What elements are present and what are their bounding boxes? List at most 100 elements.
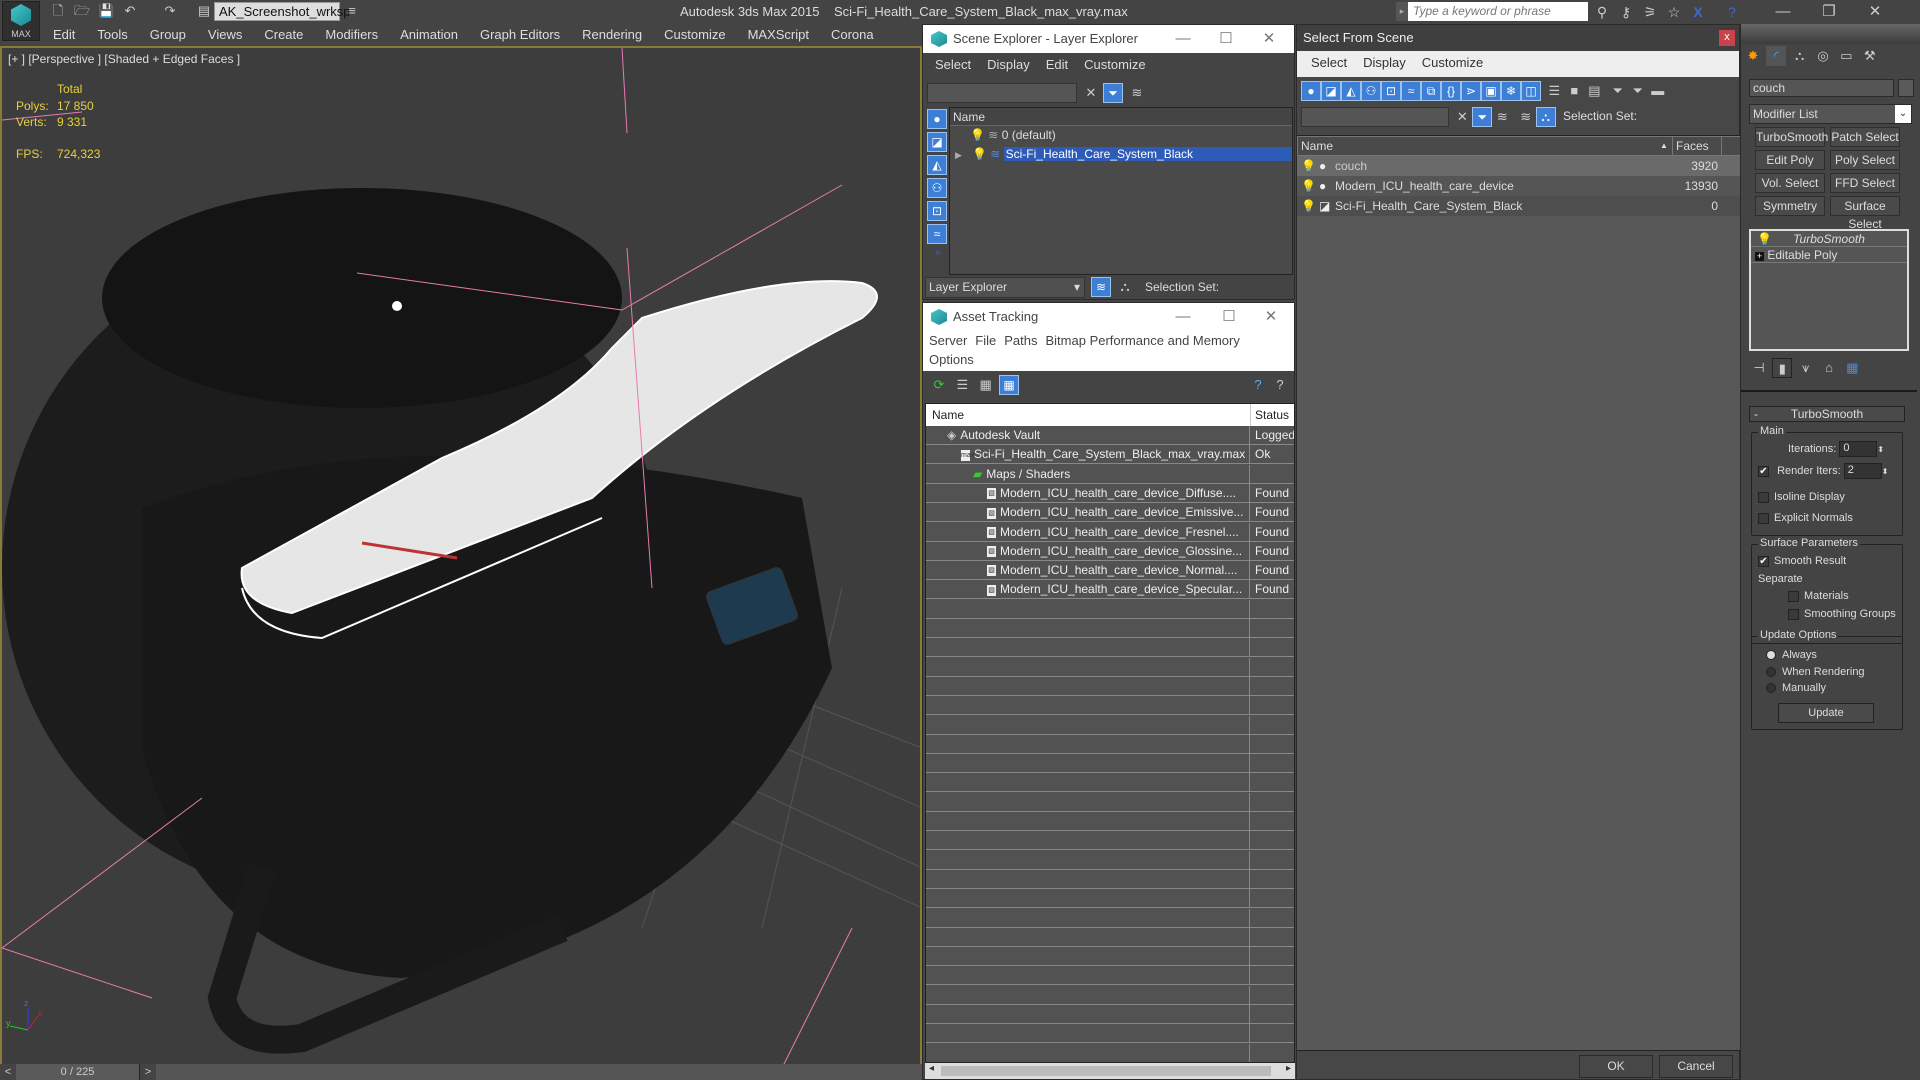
- asset-row[interactable]: ▧ Modern_ICU_health_care_device_Diffuse..…: [926, 483, 1294, 503]
- help-disabled-icon[interactable]: ?: [1270, 375, 1290, 395]
- scroll-thumb[interactable]: [941, 1066, 1271, 1076]
- new-file-icon[interactable]: 🗋: [50, 3, 66, 19]
- containers-filter-icon[interactable]: ▣: [1481, 81, 1501, 101]
- ok-button[interactable]: OK: [1579, 1055, 1653, 1078]
- object-color-swatch[interactable]: [1898, 79, 1914, 97]
- update-option-when-rendering[interactable]: When Rendering: [1766, 664, 1865, 681]
- exchange-icon[interactable]: X: [1688, 2, 1708, 22]
- geometry-filter-icon[interactable]: ●: [927, 109, 947, 129]
- undo-icon[interactable]: ↶: [122, 3, 138, 19]
- modifier-list-dropdown[interactable]: Modifier List ⌄: [1749, 104, 1912, 124]
- menu-views[interactable]: Views: [197, 24, 253, 46]
- menu-bitmap-performance[interactable]: Bitmap Performance and Memory: [1042, 331, 1244, 351]
- menu-customize[interactable]: Customize: [1414, 51, 1491, 75]
- display-invert-icon[interactable]: ▤: [1584, 81, 1604, 101]
- modifier-button-patch-select[interactable]: Patch Select: [1830, 127, 1900, 147]
- materials-checkbox[interactable]: [1788, 590, 1799, 602]
- name-search-input[interactable]: [1301, 107, 1449, 127]
- menu-tools[interactable]: Tools: [86, 24, 138, 46]
- stack-item-editable-poly[interactable]: + Editable Poly: [1751, 247, 1907, 263]
- refresh-icon[interactable]: ⟳: [929, 375, 949, 395]
- asset-row[interactable]: ▰ Maps / Shaders: [926, 464, 1294, 484]
- expand-toolbar-icon[interactable]: »: [927, 247, 949, 258]
- menu-select[interactable]: Select: [927, 53, 979, 77]
- menu-display[interactable]: Display: [1355, 51, 1414, 75]
- geometry-filter-icon[interactable]: ●: [1301, 81, 1321, 101]
- shapes-filter-icon[interactable]: ◪: [1321, 81, 1341, 101]
- modifier-button-symmetry[interactable]: Symmetry: [1755, 196, 1825, 216]
- explicit-normals-checkbox[interactable]: [1758, 512, 1769, 524]
- modifier-button-ffd-select[interactable]: FFD Select: [1830, 173, 1900, 193]
- customize-toolbar-icon[interactable]: ≡: [344, 3, 360, 19]
- collapse-icon[interactable]: -: [1754, 407, 1758, 421]
- menu-modifiers[interactable]: Modifiers: [314, 24, 389, 46]
- minimize-button[interactable]: —: [1760, 0, 1806, 24]
- asset-tracking-titlebar[interactable]: Asset Tracking — ☐ ✕: [923, 303, 1294, 331]
- menu-edit[interactable]: Edit: [1038, 53, 1076, 77]
- frozen-filter-icon[interactable]: ❄: [1501, 81, 1521, 101]
- satellite-icon[interactable]: ⚞: [1640, 2, 1660, 22]
- modifier-on-icon[interactable]: 💡: [1757, 231, 1772, 247]
- radio-button[interactable]: [1766, 650, 1776, 661]
- menu-create[interactable]: Create: [253, 24, 314, 46]
- helpers-filter-icon[interactable]: ⊡: [1381, 81, 1401, 101]
- key-icon[interactable]: ⚷: [1616, 2, 1636, 22]
- binoculars-icon[interactable]: ⚲: [1592, 2, 1612, 22]
- asset-row[interactable]: ▧ Modern_ICU_health_care_device_Normal...…: [926, 561, 1294, 581]
- maximize-button[interactable]: ☐: [1206, 25, 1246, 53]
- name-column-header[interactable]: Name: [1301, 137, 1333, 155]
- spinner-arrows-icon[interactable]: ⬍: [1882, 467, 1889, 476]
- lights-filter-icon[interactable]: ◭: [927, 155, 947, 175]
- hierarchy-icon[interactable]: ⛬: [1115, 277, 1135, 297]
- horizontal-scrollbar[interactable]: ◂ ▸: [925, 1063, 1295, 1079]
- clear-search-icon[interactable]: ✕: [1081, 83, 1101, 103]
- thumbnail-view-icon[interactable]: ▦: [976, 375, 996, 395]
- restore-button[interactable]: ❐: [1806, 0, 1852, 24]
- layer-row[interactable]: 💡 ≋ 0 (default): [950, 126, 1292, 145]
- scene-explorer-titlebar[interactable]: Scene Explorer - Layer Explorer — ☐ ✕: [923, 25, 1294, 53]
- asset-row[interactable]: ▧ Modern_ICU_health_care_device_Fresnel..…: [926, 522, 1294, 542]
- menu-file[interactable]: File: [971, 331, 1000, 351]
- spacewarps-filter-icon[interactable]: ≈: [927, 224, 947, 244]
- update-button[interactable]: Update: [1778, 703, 1874, 723]
- expand-plus-icon[interactable]: +: [1755, 252, 1764, 261]
- cancel-button[interactable]: Cancel: [1659, 1055, 1733, 1078]
- display-none-icon[interactable]: ■: [1564, 81, 1584, 101]
- clear-search-icon[interactable]: ✕: [1452, 107, 1472, 127]
- name-column-header[interactable]: Name: [950, 108, 1292, 126]
- menu-corona[interactable]: Corona: [820, 24, 885, 46]
- hierarchy-tab-icon[interactable]: ⛬: [1790, 46, 1810, 66]
- modifier-button-vol-select[interactable]: Vol. Select: [1755, 173, 1825, 193]
- filter-options-icon[interactable]: ⏷: [1628, 81, 1648, 101]
- display-tab-icon[interactable]: ▭: [1836, 46, 1856, 66]
- project-folder-icon[interactable]: ▤: [196, 3, 212, 19]
- cameras-filter-icon[interactable]: ⚇: [1361, 81, 1381, 101]
- modifier-button-turbosmooth[interactable]: TurboSmooth: [1755, 127, 1828, 147]
- update-option-always[interactable]: Always: [1766, 647, 1865, 664]
- filter-funnel-icon[interactable]: ⏷: [1608, 81, 1628, 101]
- menu-animation[interactable]: Animation: [389, 24, 469, 46]
- create-tab-icon[interactable]: ✸: [1743, 46, 1763, 66]
- render-iters-checkbox[interactable]: ✔: [1758, 465, 1769, 477]
- spinner-arrows-icon[interactable]: ⬍: [1877, 445, 1884, 454]
- make-unique-icon[interactable]: ⩛: [1796, 358, 1816, 378]
- time-slider[interactable]: 0 / 225: [16, 1064, 140, 1080]
- smoothing-groups-checkbox[interactable]: [1788, 608, 1799, 620]
- pin-stack-icon[interactable]: ⊣: [1749, 358, 1769, 378]
- minimize-button[interactable]: —: [1163, 25, 1203, 53]
- stack-item-turbosmooth[interactable]: 💡 TurboSmooth: [1751, 231, 1907, 247]
- isoline-display-checkbox[interactable]: [1758, 491, 1769, 503]
- explorer-mode-dropdown[interactable]: Layer Explorer ▾: [925, 277, 1085, 298]
- help-search-input[interactable]: Type a keyword or phrase: [1408, 2, 1588, 21]
- select-dialog-titlebar[interactable]: Select From Scene x: [1297, 25, 1739, 51]
- hierarchy-icon[interactable]: ⛬: [1535, 107, 1556, 127]
- asset-row[interactable]: ▧ Modern_ICU_health_care_device_Glossine.…: [926, 541, 1294, 561]
- lightbulb-icon[interactable]: 💡: [1301, 156, 1316, 176]
- layer-mode-icon[interactable]: ≋: [1091, 277, 1111, 297]
- xrefs-filter-icon[interactable]: {}: [1441, 81, 1461, 101]
- groups-filter-icon[interactable]: ⧉: [1421, 81, 1441, 101]
- menu-customize[interactable]: Customize: [1076, 53, 1153, 77]
- viewport-label[interactable]: [+ ] [Perspective ] [Shaded + Edged Face…: [8, 52, 240, 66]
- bones-filter-icon[interactable]: ⋗: [1461, 81, 1481, 101]
- menu-select[interactable]: Select: [1303, 51, 1355, 75]
